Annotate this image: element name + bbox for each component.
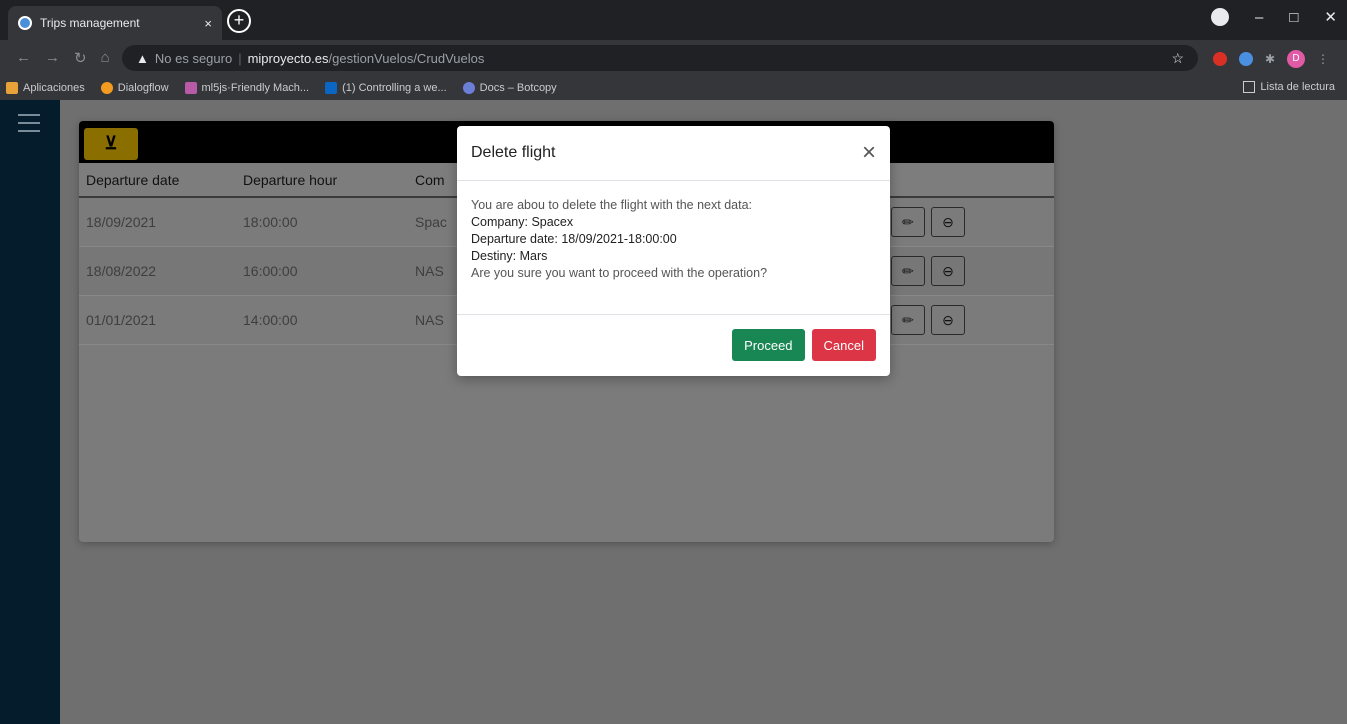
delete-flight-modal: Delete flight × You are abou to delete t… <box>457 126 890 376</box>
departure-hour-cell: 16:00:00 <box>243 263 298 279</box>
minimize-icon[interactable]: – <box>1255 9 1263 26</box>
edit-button[interactable]: ✏ <box>891 305 925 335</box>
bookmark-label: (1) Controlling a we... <box>342 82 447 94</box>
departure-date-cell: 18/08/2022 <box>86 263 157 279</box>
modal-intro: You are abou to delete the flight with t… <box>471 198 752 212</box>
departure-hour-cell: 14:00:00 <box>243 312 298 328</box>
browser-profile-icon[interactable] <box>1211 8 1230 26</box>
tab-close-icon[interactable]: × <box>204 16 212 31</box>
bookmark-item[interactable]: ml5js·Friendly Mach... <box>184 82 310 94</box>
forward-icon[interactable]: → <box>45 49 60 67</box>
bookmark-item[interactable]: Docs – Botcopy <box>462 82 557 94</box>
departure-date-cell: 01/01/2021 <box>86 312 157 328</box>
tab-title: Trips management <box>40 16 140 30</box>
url-path: /gestionVuelos/CrudVuelos <box>328 50 485 66</box>
pencil-icon: ✏ <box>902 213 914 230</box>
modal-title: Delete flight <box>471 144 556 161</box>
reading-list-label: Lista de lectura <box>1260 81 1335 93</box>
close-window-icon[interactable]: ✕ <box>1324 8 1337 26</box>
column-header: Departure date <box>86 171 180 188</box>
cancel-button[interactable]: Cancel <box>811 329 876 361</box>
extensions-area: ✱ D ⋮ <box>1212 50 1329 68</box>
back-icon[interactable]: ← <box>16 49 31 67</box>
dialogflow-icon <box>100 82 113 94</box>
edit-button[interactable]: ✏ <box>891 256 925 286</box>
row-actions: ✏ ⊖ <box>891 207 965 237</box>
url-separator: | <box>238 50 242 66</box>
bookmark-label: Aplicaciones <box>23 82 85 94</box>
extension-globe-icon[interactable] <box>1238 52 1253 66</box>
ml5js-icon <box>184 82 197 94</box>
site-favicon-icon <box>18 16 32 30</box>
linkedin-icon <box>325 82 338 94</box>
maximize-icon[interactable]: □ <box>1289 9 1298 26</box>
hamburger-menu-icon[interactable] <box>18 114 40 138</box>
url-omnibox[interactable]: ▲ No es seguro | miproyecto.es /gestionV… <box>122 45 1198 71</box>
departure-date-cell: 18/09/2021 <box>86 214 157 230</box>
delete-button[interactable]: ⊖ <box>931 207 965 237</box>
modal-body: You are abou to delete the flight with t… <box>457 181 890 315</box>
bookmark-item[interactable]: Aplicaciones <box>6 82 85 94</box>
pencil-icon: ✏ <box>902 311 914 328</box>
home-icon[interactable]: ⌂ <box>101 49 110 67</box>
reading-list-icon <box>1243 81 1256 93</box>
delete-button[interactable]: ⊖ <box>931 305 965 335</box>
pencil-icon: ✏ <box>902 262 914 279</box>
close-icon[interactable]: × <box>862 141 876 165</box>
apps-grid-icon <box>6 82 18 94</box>
modal-departure: Departure date: 18/09/2021-18:00:00 <box>471 232 677 246</box>
minus-circle-icon: ⊖ <box>942 213 954 230</box>
row-actions: ✏ ⊖ <box>891 256 965 286</box>
proceed-button[interactable]: Proceed <box>732 329 805 361</box>
modal-header: Delete flight × <box>457 126 890 181</box>
bookmark-item[interactable]: (1) Controlling a we... <box>325 82 447 94</box>
reload-icon[interactable]: ↻ <box>74 49 87 67</box>
reading-list[interactable]: Lista de lectura <box>1243 81 1335 93</box>
app-sidebar <box>0 100 60 724</box>
row-actions: ✏ ⊖ <box>891 305 965 335</box>
minus-circle-icon: ⊖ <box>942 311 954 328</box>
browser-tab-strip: Trips management × + – □ ✕ <box>0 0 1347 40</box>
edit-button[interactable]: ✏ <box>891 207 925 237</box>
departure-hour-cell: 18:00:00 <box>243 214 298 230</box>
delete-button[interactable]: ⊖ <box>931 256 965 286</box>
profile-avatar[interactable]: D <box>1287 50 1305 68</box>
modal-company: Company: Spacex <box>471 215 574 229</box>
plane-departure-icon: ⊻ <box>104 133 118 153</box>
modal-destiny: Destiny: Mars <box>471 249 548 263</box>
extensions-puzzle-icon[interactable]: ✱ <box>1265 52 1275 66</box>
browser-menu-icon[interactable]: ⋮ <box>1317 52 1329 66</box>
new-tab-icon[interactable]: + <box>227 9 251 33</box>
bookmark-item[interactable]: Dialogflow <box>100 82 169 94</box>
botcopy-icon <box>462 82 475 94</box>
add-flight-button[interactable]: ⊻ <box>84 128 138 160</box>
security-warning: No es seguro <box>154 50 233 66</box>
bookmark-star-icon[interactable]: ☆ <box>1171 50 1184 67</box>
url-host: miproyecto.es <box>247 50 329 66</box>
bookmark-label: ml5js·Friendly Mach... <box>201 82 310 94</box>
extension-shield-icon[interactable] <box>1212 52 1227 66</box>
minus-circle-icon: ⊖ <box>942 262 954 279</box>
bookmark-label: Docs – Botcopy <box>479 82 557 94</box>
bookmark-label: Dialogflow <box>117 82 169 94</box>
modal-footer: Proceed Cancel <box>457 315 890 375</box>
nav-buttons: ← → ↻ ⌂ <box>16 49 122 67</box>
modal-question: Are you sure you want to proceed with th… <box>471 266 768 280</box>
warning-icon: ▲ <box>136 50 149 66</box>
column-header: Departure hour <box>243 171 338 188</box>
window-controls: – □ ✕ <box>1211 8 1337 26</box>
bookmarks-bar: Aplicaciones Dialogflow ml5js·Friendly M… <box>0 76 1347 100</box>
browser-tab[interactable]: Trips management × <box>8 6 222 40</box>
address-bar-row: ← → ↻ ⌂ ▲ No es seguro | miproyecto.es /… <box>0 40 1347 76</box>
